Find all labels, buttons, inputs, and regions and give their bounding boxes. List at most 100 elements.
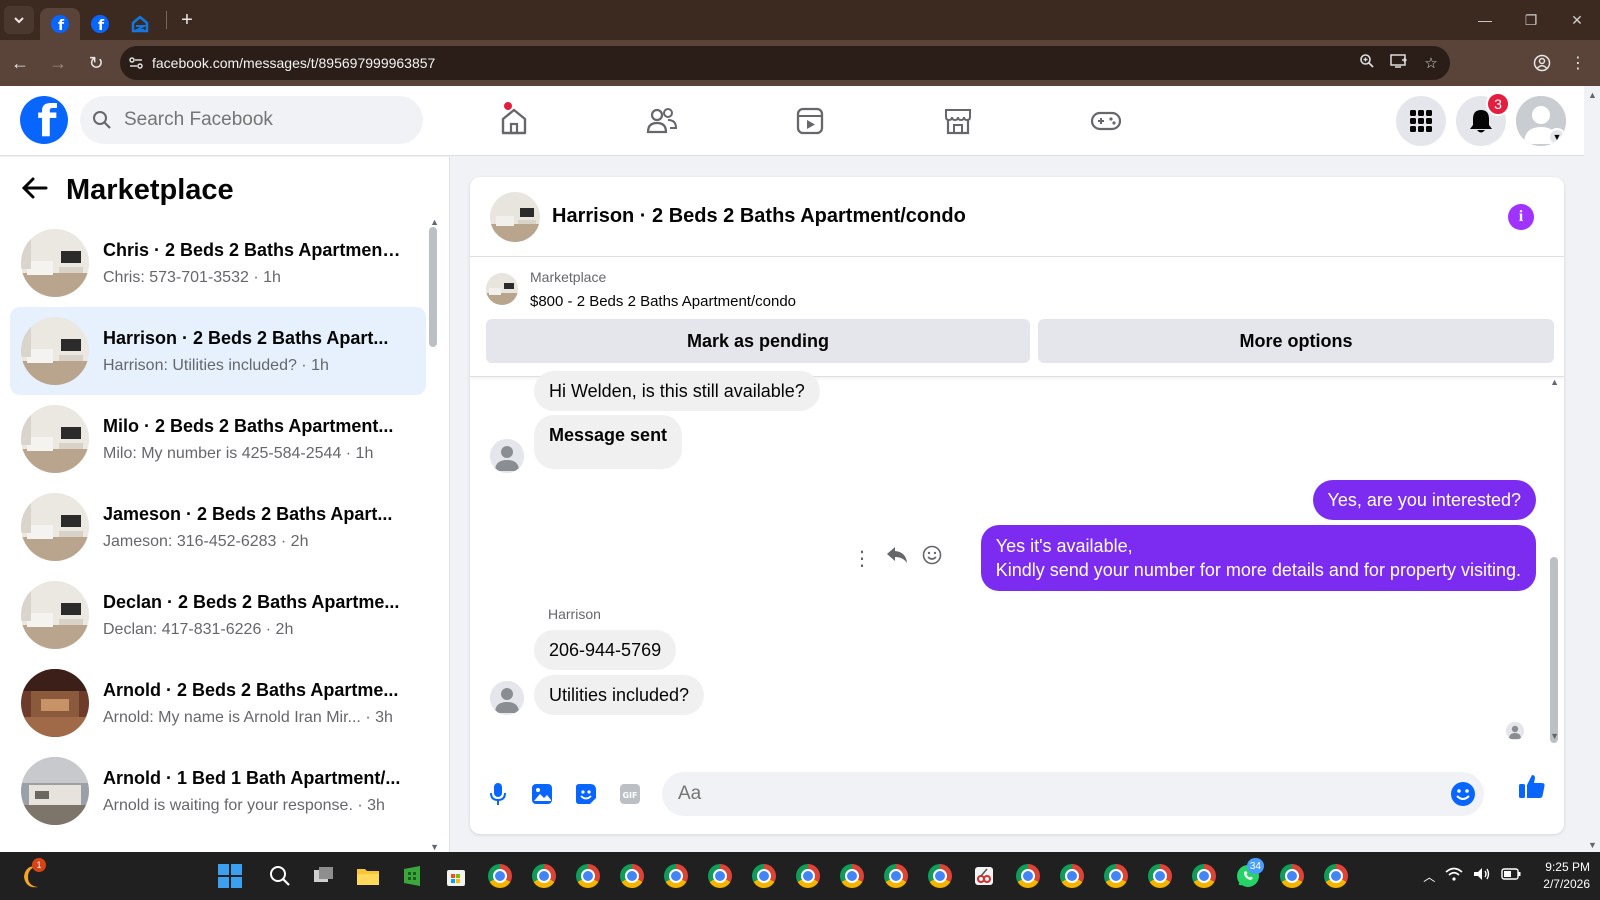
start-button[interactable] <box>218 864 242 893</box>
facebook-tab-1[interactable]: f <box>40 8 80 40</box>
profile-icon[interactable] <box>1526 45 1558 81</box>
chat-scroll-down-arrow[interactable]: ▼ <box>1550 731 1559 741</box>
taskbar-chrome-14[interactable] <box>1094 852 1138 900</box>
message-bubble-outgoing[interactable]: Yes it's available, Kindly send your num… <box>980 525 1536 591</box>
conversation-item[interactable]: Jameson · 2 Beds 2 Baths Apart... Jameson… <box>10 483 426 571</box>
reply-icon[interactable] <box>886 546 908 570</box>
page-scroll-down-arrow[interactable]: ▼ <box>1588 840 1597 850</box>
zillow-tab[interactable] <box>120 8 160 40</box>
install-app-icon[interactable] <box>1386 53 1412 73</box>
more-options-button[interactable]: More options <box>1038 319 1554 363</box>
nav-friends[interactable] <box>588 86 736 156</box>
chat-scroll-up-arrow[interactable]: ▲ <box>1550 377 1559 387</box>
minimize-button[interactable]: — <box>1462 0 1508 40</box>
browser-menu-icon[interactable]: ⋮ <box>1562 45 1594 81</box>
page-scrollbar[interactable]: ▲ ▼ <box>1584 86 1600 852</box>
conversation-item[interactable]: Arnold · 2 Beds 2 Baths Apartme... Arnold… <box>10 659 426 747</box>
bookmark-star-icon[interactable]: ☆ <box>1418 54 1444 72</box>
taskbar-chrome-1[interactable] <box>478 852 522 900</box>
listing-thumbnail[interactable] <box>486 273 518 305</box>
emoji-button[interactable] <box>1450 781 1476 812</box>
more-actions-icon[interactable]: ⋮ <box>852 546 872 571</box>
react-emoji-icon[interactable] <box>922 545 942 571</box>
notifications-button[interactable]: 3 <box>1456 92 1510 146</box>
chat-avatar[interactable] <box>490 191 540 242</box>
taskbar-chrome-13[interactable] <box>1050 852 1094 900</box>
facebook-logo[interactable]: f <box>20 96 68 144</box>
back-arrow-icon[interactable] <box>21 173 48 207</box>
chevron-up-icon[interactable]: ︿ <box>1423 868 1435 885</box>
sender-avatar[interactable] <box>490 681 524 715</box>
wifi-icon[interactable] <box>1445 867 1463 886</box>
mark-as-pending-button[interactable]: Mark as pending <box>486 319 1030 363</box>
send-like-button[interactable] <box>1518 772 1546 805</box>
reload-button[interactable]: ↻ <box>78 45 114 81</box>
taskbar-task-view[interactable] <box>302 852 346 900</box>
account-button[interactable]: ▼ <box>1516 96 1566 146</box>
message-input[interactable] <box>662 783 1422 805</box>
scroll-down-arrow[interactable]: ▼ <box>430 842 439 852</box>
nav-video[interactable] <box>736 86 884 156</box>
tab-search-button[interactable] <box>4 6 34 34</box>
zoom-icon[interactable] <box>1354 53 1380 73</box>
taskbar-search[interactable] <box>258 852 302 900</box>
address-bar[interactable]: facebook.com/messages/t/895697999963857 … <box>120 46 1450 80</box>
nav-home[interactable] <box>440 86 588 156</box>
taskbar-chrome-15[interactable] <box>1138 852 1182 900</box>
taskbar-chrome-3[interactable] <box>566 852 610 900</box>
taskbar-chrome-8[interactable] <box>786 852 830 900</box>
close-window-button[interactable]: ✕ <box>1554 0 1600 40</box>
taskbar-chrome-2[interactable] <box>522 852 566 900</box>
menu-button[interactable] <box>1396 96 1446 146</box>
sidebar-scrollbar[interactable] <box>429 227 437 347</box>
conversation-item[interactable]: Arnold · 1 Bed 1 Bath Apartment/... Arnol… <box>10 747 426 835</box>
restore-button[interactable]: ❐ <box>1508 0 1554 40</box>
taskbar-store[interactable] <box>434 852 478 900</box>
taskbar-chrome-18[interactable] <box>1314 852 1358 900</box>
new-tab-button[interactable]: + <box>173 6 201 34</box>
volume-icon[interactable] <box>1473 867 1491 886</box>
taskbar-chrome-9[interactable] <box>830 852 874 900</box>
message-bubble-outgoing[interactable]: Yes, are you interested? <box>1312 480 1536 520</box>
nav-marketplace[interactable] <box>884 86 1032 156</box>
page-scroll-up-arrow[interactable]: ▲ <box>1588 90 1597 100</box>
voice-clip-button[interactable] <box>476 772 520 816</box>
forward-button[interactable]: → <box>40 45 76 81</box>
chat-scrollbar[interactable] <box>1550 557 1558 743</box>
conversation-item[interactable]: Declan · 2 Beds 2 Baths Apartme... Declan… <box>10 571 426 659</box>
taskbar-chrome-16[interactable] <box>1182 852 1226 900</box>
battery-icon[interactable] <box>1501 867 1521 885</box>
message-bubble-incoming[interactable]: Message sent <box>534 415 683 469</box>
back-button[interactable]: ← <box>2 45 38 81</box>
conversation-item[interactable]: Harrison · 2 Beds 2 Baths Apart... Harris… <box>10 307 426 395</box>
site-settings-icon[interactable] <box>120 55 152 71</box>
clock[interactable]: 9:25 PM 2/7/2026 <box>1543 859 1590 893</box>
taskbar-chrome-4[interactable] <box>610 852 654 900</box>
attach-photo-button[interactable] <box>520 772 564 816</box>
taskbar-file-explorer[interactable] <box>346 852 390 900</box>
taskbar-chrome-6[interactable] <box>698 852 742 900</box>
taskbar-chrome-5[interactable] <box>654 852 698 900</box>
taskbar-chrome-11[interactable] <box>918 852 962 900</box>
info-icon[interactable]: i <box>1508 204 1534 230</box>
gif-button[interactable]: GIF <box>608 772 652 816</box>
conversation-item[interactable]: Chris · 2 Beds 2 Baths Apartment... Chris… <box>10 219 426 307</box>
taskbar-chrome-17[interactable] <box>1270 852 1314 900</box>
taskbar-spreadsheet-app[interactable] <box>390 852 434 900</box>
taskbar-chrome-10[interactable] <box>874 852 918 900</box>
message-input-box[interactable] <box>662 772 1484 816</box>
taskbar-chrome-7[interactable] <box>742 852 786 900</box>
facebook-search[interactable] <box>80 96 423 144</box>
taskbar-chrome-12[interactable] <box>1006 852 1050 900</box>
listing-title[interactable]: $800 - 2 Beds 2 Baths Apartment/condo <box>530 293 796 310</box>
message-bubble-incoming[interactable]: Utilities included? <box>534 675 705 715</box>
search-input[interactable] <box>124 109 404 131</box>
sender-avatar[interactable] <box>490 439 524 473</box>
url-text[interactable]: facebook.com/messages/t/895697999963857 <box>152 55 435 71</box>
scroll-up-arrow[interactable]: ▲ <box>430 217 439 227</box>
taskbar-snipping-tool[interactable] <box>962 852 1006 900</box>
taskbar-whatsapp[interactable]: 34 <box>1226 852 1270 900</box>
nav-gaming[interactable] <box>1032 86 1180 156</box>
message-bubble-incoming[interactable]: 206-944-5769 <box>534 630 677 670</box>
sticker-button[interactable] <box>564 772 608 816</box>
